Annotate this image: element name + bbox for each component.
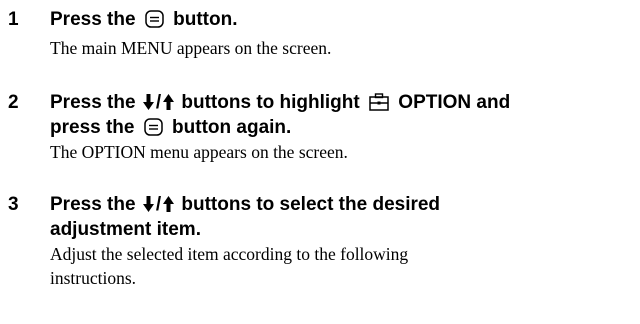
step-number: 2 — [8, 92, 19, 113]
heading-text: Press the — [50, 194, 136, 215]
up-arrow-icon — [163, 93, 175, 117]
description-text: instructions. — [50, 268, 137, 288]
step-description: The main MENU appears on the screen. — [50, 36, 635, 60]
down-arrow-icon — [142, 93, 154, 117]
description-text: Adjust the selected item according to th… — [50, 244, 409, 264]
heading-text: buttons to select the desired — [181, 194, 441, 215]
step-heading: Press the / buttons to highlight OPTION … — [50, 92, 635, 142]
heading-text: press the — [50, 117, 135, 138]
heading-text: button again. — [172, 117, 292, 138]
description-text: The OPTION menu appears on the screen. — [50, 142, 348, 162]
heading-text: Press the — [50, 92, 136, 113]
slash-separator: / — [155, 194, 162, 215]
description-text: The main MENU appears on the screen. — [50, 38, 332, 58]
step-description: Adjust the selected item according to th… — [50, 242, 635, 290]
step-number: 3 — [8, 194, 19, 215]
step-heading: Press the button. — [50, 9, 635, 34]
down-arrow-icon — [142, 195, 154, 219]
heading-text: buttons to highlight — [181, 92, 360, 113]
heading-text: adjustment item. — [50, 219, 201, 240]
heading-text: Press the — [50, 9, 136, 30]
heading-text: button. — [173, 9, 238, 30]
step-description: The OPTION menu appears on the screen. — [50, 140, 635, 164]
menu-button-icon — [144, 118, 163, 142]
step-heading: Press the / buttons to select the desire… — [50, 194, 635, 241]
heading-text: OPTION and — [398, 92, 511, 113]
up-arrow-icon — [163, 195, 175, 219]
option-toolbox-icon — [369, 93, 389, 117]
slash-separator: / — [155, 92, 162, 113]
step-number: 1 — [8, 9, 19, 30]
menu-button-icon — [145, 10, 164, 34]
